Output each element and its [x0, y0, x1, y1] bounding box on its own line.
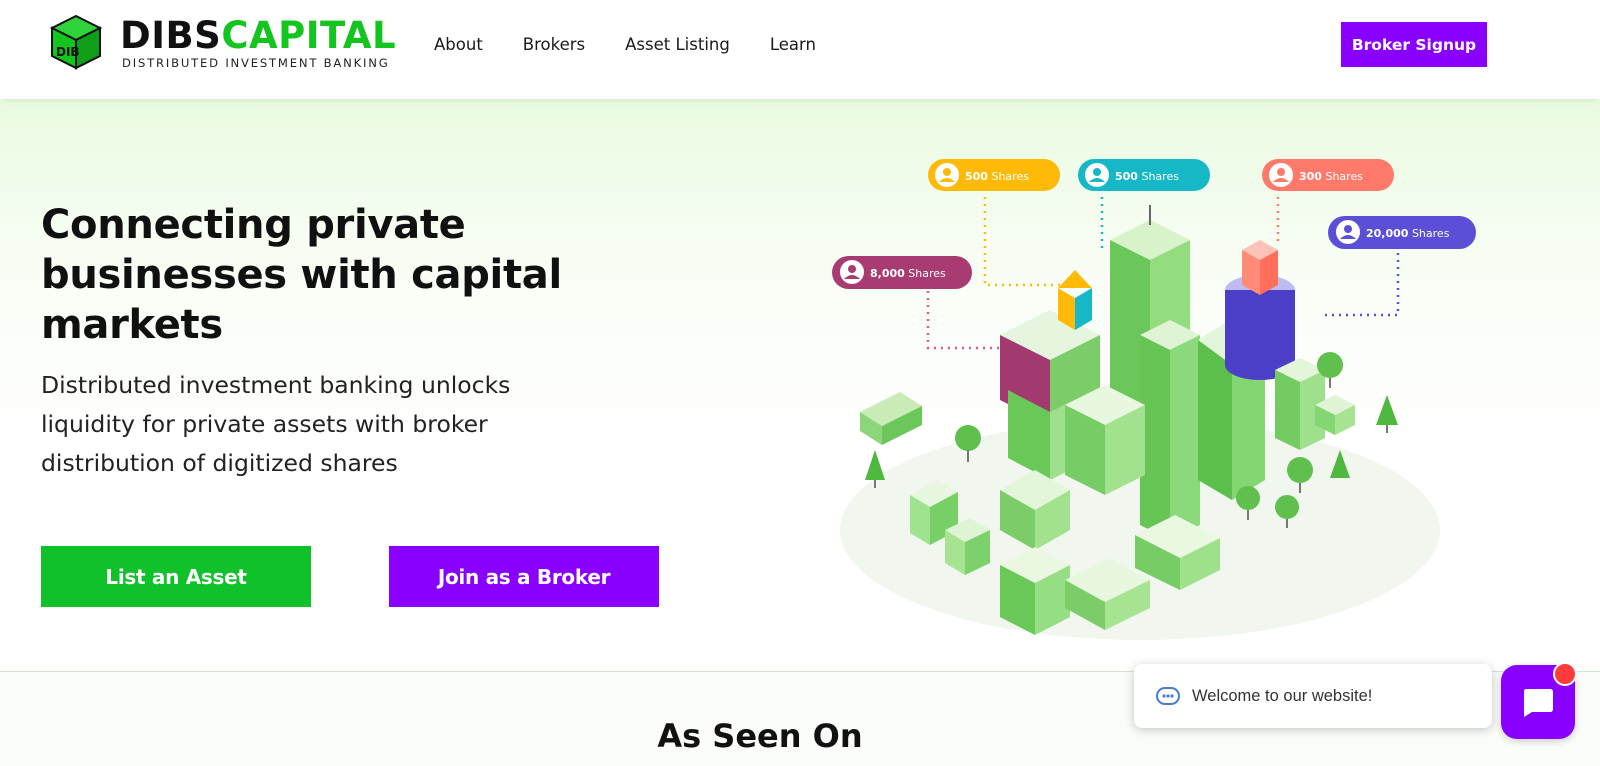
- share-tag-8000-magenta: 8,000 Shares: [832, 256, 972, 289]
- nav-learn[interactable]: Learn: [770, 33, 816, 57]
- svg-text:20,000 Shares: 20,000 Shares: [1366, 227, 1450, 240]
- share-tag-20000-indigo: 20,000 Shares: [1328, 216, 1476, 249]
- share-tag-unit: Shares: [1412, 227, 1450, 240]
- share-tag-amount: 500: [965, 170, 988, 183]
- share-tag-unit: Shares: [908, 267, 946, 280]
- chat-welcome-text: Welcome to our website!: [1192, 686, 1373, 705]
- svg-text:300 Shares: 300 Shares: [1299, 170, 1363, 183]
- hero-subtitle: Distributed investment banking unlocks l…: [41, 371, 511, 477]
- main-nav: About Brokers Asset Listing Learn: [434, 33, 856, 57]
- chat-welcome-bubble[interactable]: Welcome to our website!: [1134, 664, 1492, 728]
- logo-cube-icon: DIB: [50, 14, 102, 70]
- share-tag-amount: 20,000: [1366, 227, 1409, 240]
- share-tag-300-coral: 300 Shares: [1262, 159, 1394, 191]
- broker-signup-button[interactable]: Broker Signup: [1341, 22, 1487, 67]
- logo-tagline: DISTRIBUTED INVESTMENT BANKING: [122, 56, 390, 70]
- share-tag-500-teal: 500 Shares: [1078, 159, 1210, 191]
- city-illustration: 500 Shares 500 Shares 300 Shares 20,000 …: [832, 159, 1476, 640]
- hero-title: Connecting private businesses with capit…: [41, 202, 562, 348]
- share-tag-unit: Shares: [1141, 170, 1179, 183]
- chat-bot-icon: [1156, 687, 1180, 705]
- logo-name-dark: DIBS: [120, 14, 222, 57]
- nav-asset-listing[interactable]: Asset Listing: [625, 33, 730, 57]
- logo-mark: DIB: [56, 45, 80, 59]
- share-tag-unit: Shares: [991, 170, 1029, 183]
- share-tag-amount: 8,000: [870, 267, 905, 280]
- chat-icon: [1524, 689, 1553, 717]
- join-broker-button[interactable]: Join as a Broker: [389, 546, 659, 607]
- nav-brokers[interactable]: Brokers: [523, 33, 585, 57]
- logo-wordmark: DIBSCAPITAL: [120, 16, 396, 56]
- logo[interactable]: DIB DIBSCAPITAL DISTRIBUTED INVESTMENT B…: [50, 14, 400, 74]
- list-asset-button[interactable]: List an Asset: [41, 546, 311, 607]
- notification-dot: [1553, 662, 1577, 686]
- share-tag-unit: Shares: [1325, 170, 1363, 183]
- nav-about[interactable]: About: [434, 33, 483, 57]
- share-tag-amount: 500: [1115, 170, 1138, 183]
- svg-text:8,000 Shares: 8,000 Shares: [870, 267, 946, 280]
- share-tag-500-yellow: 500 Shares: [928, 159, 1060, 191]
- share-tag-amount: 300: [1299, 170, 1322, 183]
- svg-text:500 Shares: 500 Shares: [965, 170, 1029, 183]
- svg-text:500 Shares: 500 Shares: [1115, 170, 1179, 183]
- site-header: DIB DIBSCAPITAL DISTRIBUTED INVESTMENT B…: [0, 0, 1600, 99]
- logo-name-green: CAPITAL: [221, 14, 397, 57]
